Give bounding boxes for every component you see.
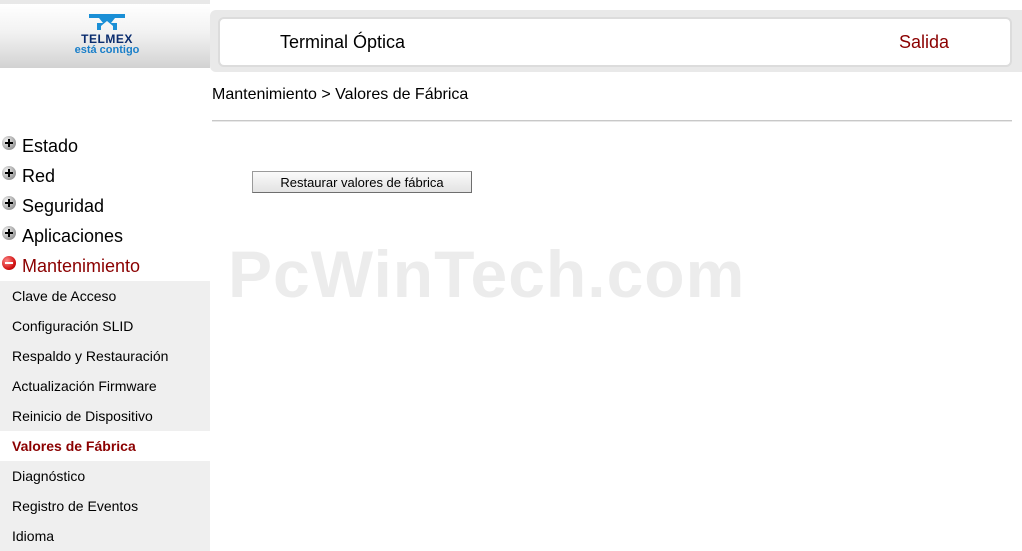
divider [212,120,1012,122]
sidebar-group-estado[interactable]: Estado [2,131,210,161]
sidebar-group-label: Estado [22,136,79,156]
plus-circle-icon [2,196,16,210]
sidebar-group-red[interactable]: Red [2,161,210,191]
plus-circle-icon [2,226,16,240]
telmex-emblem-icon [89,14,125,30]
sidebar-group-label: Red [22,166,56,186]
sidebar: Estado Red Seguridad Aplicaciones Manten… [0,68,210,551]
sidebar-item-respaldo-restauracion[interactable]: Respaldo y Restauración [0,341,210,371]
sidebar-group-aplicaciones[interactable]: Aplicaciones [2,221,210,251]
breadcrumb: Mantenimiento > Valores de Fábrica [212,86,469,103]
sidebar-item-actualizacion-firmware[interactable]: Actualización Firmware [0,371,210,401]
sidebar-group-label: Mantenimiento [22,256,141,276]
logo-panel: TELMEX está contigo [0,0,210,68]
sidebar-item-configuracion-slid[interactable]: Configuración SLID [0,311,210,341]
exit-link[interactable]: Salida [899,32,949,53]
logo-slogan: está contigo [74,44,140,56]
minus-circle-icon [2,256,16,270]
restore-factory-defaults-button[interactable]: Restaurar valores de fábrica [252,171,472,193]
sidebar-group-label: Aplicaciones [22,226,124,246]
sidebar-item-reinicio-dispositivo[interactable]: Reinicio de Dispositivo [0,401,210,431]
sidebar-item-valores-de-fabrica[interactable]: Valores de Fábrica [0,431,210,461]
sidebar-item-diagnostico[interactable]: Diagnóstico [0,461,210,491]
header-bar: Terminal Óptica Salida [218,17,1012,67]
page-title: Terminal Óptica [280,32,406,52]
sidebar-group-seguridad[interactable]: Seguridad [2,191,210,221]
sidebar-item-clave-de-acceso[interactable]: Clave de Acceso [0,281,210,311]
sidebar-group-mantenimiento[interactable]: Mantenimiento [2,251,210,281]
telmex-logo: TELMEX está contigo [70,12,144,56]
watermark: PcWinTech.com [228,237,746,311]
sidebar-group-label: Seguridad [22,196,105,216]
sidebar-item-idioma[interactable]: Idioma [0,521,210,551]
plus-circle-icon [2,166,16,180]
sidebar-item-registro-eventos[interactable]: Registro de Eventos [0,491,210,521]
plus-circle-icon [2,136,16,150]
